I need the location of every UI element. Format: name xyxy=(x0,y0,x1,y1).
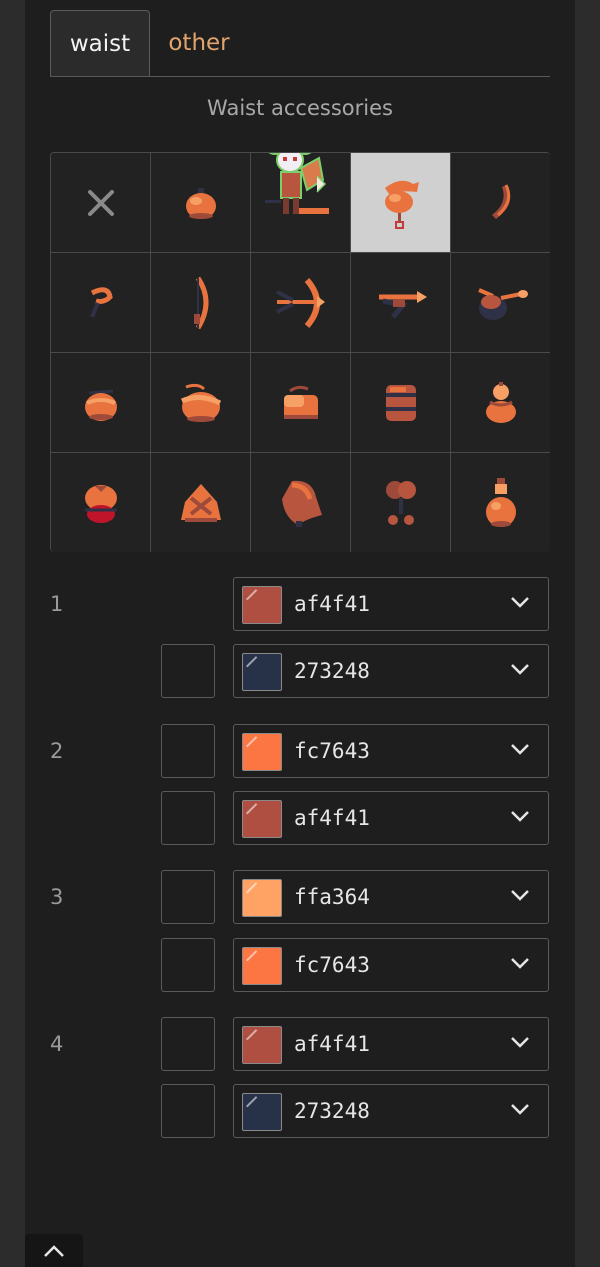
grid-cell-bow[interactable] xyxy=(151,253,251,353)
flap-pouch-icon xyxy=(180,383,221,422)
color-swatch xyxy=(242,1026,282,1064)
color-swatch xyxy=(242,733,282,771)
color-select[interactable]: af4f41 xyxy=(233,791,549,845)
accessory-panel: waist other Waist accessories 1 af4f41 2… xyxy=(25,0,575,1267)
chevron-down-icon xyxy=(511,664,529,675)
grid-cell-none[interactable] xyxy=(51,153,151,253)
gourd-icon xyxy=(485,381,516,423)
grid-cell-red-pouch[interactable] xyxy=(51,453,151,552)
grid-cell-barrel-pouch[interactable] xyxy=(351,353,451,453)
color-hex: af4f41 xyxy=(294,592,370,616)
color-checkbox[interactable] xyxy=(161,724,215,778)
bag-icon xyxy=(283,385,318,419)
color-group-number: 3 xyxy=(50,885,64,909)
chevron-down-icon xyxy=(511,597,529,608)
chevron-up-icon xyxy=(44,1244,64,1257)
grid-cell-bundle[interactable] xyxy=(151,453,251,552)
tab-bar: waist other xyxy=(50,10,550,77)
grid-cell-horn[interactable] xyxy=(451,153,550,253)
pouch-icon xyxy=(185,187,216,219)
grid-cell-character[interactable] xyxy=(251,153,351,253)
color-hex: 273248 xyxy=(294,659,370,683)
bow-icon xyxy=(193,276,208,329)
character-preview-icon xyxy=(264,153,329,214)
color-swatch xyxy=(242,586,282,624)
color-checkbox[interactable] xyxy=(161,938,215,992)
pendant-icon xyxy=(384,180,419,229)
color-group-number: 4 xyxy=(50,1032,64,1056)
grid-cell-pendant[interactable] xyxy=(351,153,451,253)
color-group-number: 1 xyxy=(50,592,64,616)
color-swatch xyxy=(242,947,282,985)
grid-cell-drumstick[interactable] xyxy=(351,453,451,552)
round-pouch-icon xyxy=(84,389,117,421)
arrow-quiver-icon xyxy=(378,290,427,319)
color-checkbox[interactable] xyxy=(161,870,215,924)
hook-icon xyxy=(89,286,113,318)
color-select[interactable]: af4f41 xyxy=(233,577,549,631)
grid-cell-flap-pouch[interactable] xyxy=(151,353,251,453)
color-hex: fc7643 xyxy=(294,739,370,763)
color-select[interactable]: fc7643 xyxy=(233,724,549,778)
tab-waist[interactable]: waist xyxy=(50,10,150,76)
grid-cell-bag[interactable] xyxy=(251,353,351,453)
bottle-icon xyxy=(485,477,516,527)
grid-cell-cape[interactable] xyxy=(251,453,351,552)
barrel-pouch-icon xyxy=(385,384,416,421)
grid-cell-hook[interactable] xyxy=(51,253,151,353)
tab-other[interactable]: other xyxy=(168,10,230,76)
color-checkbox[interactable] xyxy=(161,644,215,698)
color-swatch xyxy=(242,653,282,691)
chevron-down-icon xyxy=(511,744,529,755)
color-hex: ffa364 xyxy=(294,885,370,909)
bundle-icon xyxy=(180,483,221,522)
grid-cell-bottle[interactable] xyxy=(451,453,550,552)
chevron-down-icon xyxy=(511,811,529,822)
chevron-down-icon xyxy=(511,1037,529,1048)
horn-icon xyxy=(491,183,510,219)
grid-cell-bird-quiver[interactable] xyxy=(451,253,550,353)
color-hex: 273248 xyxy=(294,1099,370,1123)
color-checkbox[interactable] xyxy=(161,791,215,845)
color-select[interactable]: fc7643 xyxy=(233,938,549,992)
color-group-number: 2 xyxy=(50,739,64,763)
accessory-grid xyxy=(50,152,550,552)
color-hex: af4f41 xyxy=(294,1032,370,1056)
color-select[interactable]: 273248 xyxy=(233,1084,549,1138)
color-hex: af4f41 xyxy=(294,806,370,830)
grid-cell-gourd[interactable] xyxy=(451,353,550,453)
color-swatch xyxy=(242,879,282,917)
grid-cell-pouch[interactable] xyxy=(151,153,251,253)
color-hex: fc7643 xyxy=(294,953,370,977)
scroll-to-top-button[interactable] xyxy=(25,1234,83,1267)
color-select[interactable]: af4f41 xyxy=(233,1017,549,1071)
grid-cell-crossbow[interactable] xyxy=(251,253,351,353)
chevron-down-icon xyxy=(511,1104,529,1115)
color-checkbox[interactable] xyxy=(161,1017,215,1071)
drumstick-icon xyxy=(385,480,416,525)
close-icon xyxy=(87,189,114,216)
section-title: Waist accessories xyxy=(207,96,393,120)
red-pouch-icon xyxy=(84,484,117,523)
color-swatch xyxy=(242,1093,282,1131)
crossbow-icon xyxy=(275,277,325,328)
color-checkbox[interactable] xyxy=(161,1084,215,1138)
color-select[interactable]: ffa364 xyxy=(233,870,549,924)
color-swatch xyxy=(242,800,282,838)
color-select[interactable]: 273248 xyxy=(233,644,549,698)
chevron-down-icon xyxy=(511,958,529,969)
bird-quiver-icon xyxy=(477,287,528,320)
chevron-down-icon xyxy=(511,890,529,901)
cape-icon xyxy=(281,480,322,527)
grid-cell-arrow-quiver[interactable] xyxy=(351,253,451,353)
grid-cell-round-pouch[interactable] xyxy=(51,353,151,453)
